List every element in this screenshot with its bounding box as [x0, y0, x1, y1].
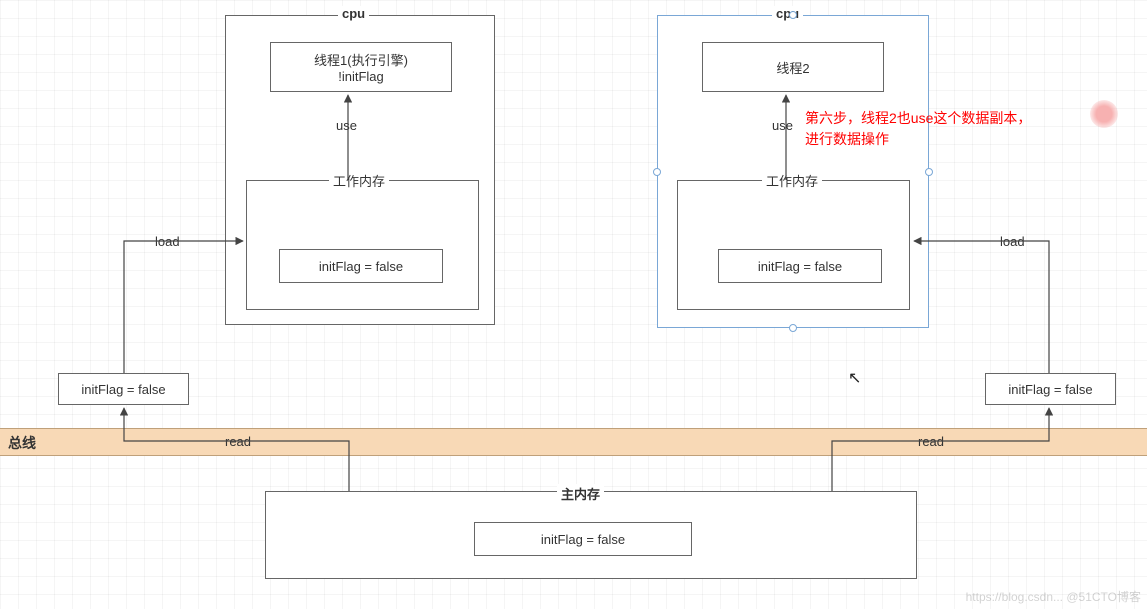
- annotation-line2: 进行数据操作: [805, 131, 889, 147]
- cpu1-workmem: [246, 180, 479, 310]
- cpu2-title: cpu: [772, 6, 803, 21]
- cpu2-sel-dot-top: [789, 11, 797, 19]
- main-memory-title: 主内存: [557, 484, 604, 503]
- main-memory-value: initFlag = false: [541, 532, 625, 547]
- watermark: https://blog.csdn... @51CTO博客: [966, 588, 1141, 605]
- main-memory-value-box: initFlag = false: [474, 522, 692, 556]
- annotation-line1: 第六步，线程2也use这个数据副本，: [805, 110, 1031, 126]
- cpu2-read-label: read: [918, 434, 944, 449]
- cpu2-workmem-value: initFlag = false: [758, 259, 842, 274]
- cpu2-sel-dot-bottom: [789, 324, 797, 332]
- cpu1-local-copy: initFlag = false: [58, 373, 189, 405]
- cursor-icon: ↖: [848, 368, 861, 388]
- cpu1-local-copy-value: initFlag = false: [81, 382, 165, 397]
- cpu2-sel-dot-right: [925, 168, 933, 176]
- annotation-text: 第六步，线程2也use这个数据副本， 进行数据操作: [805, 108, 1135, 150]
- cpu2-thread-label: 线程2: [776, 58, 809, 77]
- cpu2-workmem-value-box: initFlag = false: [718, 249, 882, 283]
- cpu1-thread-label: 线程1(执行引擎) !initFlag: [314, 50, 408, 84]
- pink-dot: [1090, 100, 1118, 128]
- cpu1-workmem-title: 工作内存: [329, 171, 389, 190]
- cpu2-local-copy-value: initFlag = false: [1008, 382, 1092, 397]
- cpu1-load-label: load: [155, 234, 180, 249]
- cpu2-workmem-title: 工作内存: [762, 171, 822, 190]
- cpu2-local-copy: initFlag = false: [985, 373, 1116, 405]
- cpu2-workmem: [677, 180, 910, 310]
- cpu1-read-label: read: [225, 434, 251, 449]
- cpu1-use-label: use: [333, 118, 360, 133]
- cpu1-workmem-value-box: initFlag = false: [279, 249, 443, 283]
- cpu1-title: cpu: [338, 6, 369, 21]
- bus-label: 总线: [8, 433, 36, 453]
- cpu2-load-label: load: [1000, 234, 1025, 249]
- bus-bar: 总线: [0, 428, 1147, 456]
- cpu1-thread-box: 线程1(执行引擎) !initFlag: [270, 42, 452, 92]
- cpu2-thread-box: 线程2: [702, 42, 884, 92]
- cpu2-sel-dot-left: [653, 168, 661, 176]
- cpu2-use-label: use: [769, 118, 796, 133]
- cpu1-workmem-value: initFlag = false: [319, 259, 403, 274]
